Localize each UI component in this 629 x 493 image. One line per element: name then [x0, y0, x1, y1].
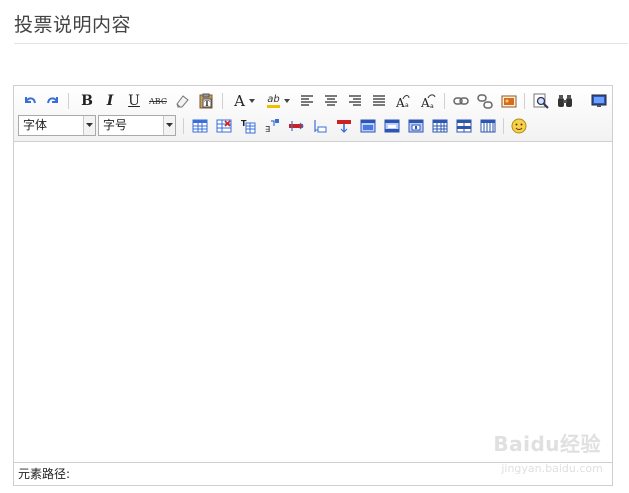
insert-image-icon[interactable]	[499, 91, 519, 111]
merge-cells-icon[interactable]	[382, 116, 402, 136]
italic-glyph: I	[106, 93, 114, 109]
page-title: 投票说明内容	[14, 14, 132, 36]
toolbar-separator	[222, 93, 223, 109]
underline-icon[interactable]: U	[124, 91, 144, 111]
font-color-icon[interactable]: A	[230, 91, 260, 111]
bold-glyph: B	[81, 93, 93, 109]
title-divider	[14, 43, 628, 44]
source-code-icon[interactable]	[589, 91, 609, 111]
insert-row-before-icon[interactable]: T	[238, 116, 258, 136]
superscript-icon[interactable]: Aa	[393, 91, 413, 111]
strikethrough-icon[interactable]: ABC	[148, 91, 168, 111]
align-left-icon[interactable]	[297, 91, 317, 111]
chevron-down-icon	[83, 116, 95, 135]
watermark-brand: Baidu经验	[493, 432, 601, 456]
svg-text:∃: ∃	[265, 125, 270, 134]
italic-icon[interactable]: I	[100, 91, 120, 111]
font-family-value: 字体	[23, 118, 48, 132]
font-size-select[interactable]: 字号	[98, 115, 176, 136]
svg-text:T: T	[204, 99, 210, 108]
preview-icon[interactable]	[531, 91, 551, 111]
insert-col-before-icon[interactable]	[310, 116, 330, 136]
element-path-label: 元素路径:	[18, 467, 71, 481]
strikethrough-glyph: ABC	[149, 96, 167, 106]
find-replace-icon[interactable]	[555, 91, 575, 111]
eraser-icon[interactable]	[172, 91, 192, 111]
emoticon-icon[interactable]	[509, 116, 529, 136]
align-center-icon[interactable]	[321, 91, 341, 111]
toolbar-separator	[524, 93, 525, 109]
editor-toolbar: B I U ABC T A ab A a A a 字体 字号 T ∃	[14, 86, 612, 142]
delete-row-icon[interactable]	[286, 116, 306, 136]
split-rows-icon[interactable]	[478, 116, 498, 136]
link-icon[interactable]	[451, 91, 471, 111]
font-color-glyph: A	[234, 92, 245, 110]
rich-text-editor: B I U ABC T A ab A a A a 字体 字号 T ∃ 元素路径:	[13, 85, 613, 486]
underline-glyph: U	[128, 93, 140, 109]
bold-icon[interactable]: B	[77, 91, 97, 111]
highlight-color-icon[interactable]: ab	[264, 91, 294, 111]
align-justify-icon[interactable]	[369, 91, 389, 111]
toolbar-row-2: 字体 字号 T ∃	[14, 114, 612, 138]
toolbar-separator	[68, 93, 69, 109]
subscript-icon[interactable]: Aa	[418, 91, 438, 111]
paste-text-icon[interactable]: T	[196, 91, 216, 111]
split-cells-icon[interactable]	[454, 116, 474, 136]
insert-col-after-icon[interactable]	[334, 116, 354, 136]
baidu-watermark: Baidu经验 jingyan.baidu.com	[493, 428, 603, 475]
font-size-value: 字号	[103, 118, 128, 132]
redo-icon[interactable]	[43, 91, 63, 111]
insert-table-icon[interactable]	[190, 116, 210, 136]
align-right-icon[interactable]	[345, 91, 365, 111]
merge-right-icon[interactable]	[406, 116, 426, 136]
svg-text:a: a	[430, 103, 434, 109]
toolbar-separator	[183, 118, 184, 134]
font-family-select[interactable]: 字体	[18, 115, 96, 136]
delete-col-icon[interactable]	[358, 116, 378, 136]
toolbar-separator	[503, 118, 504, 134]
delete-table-icon[interactable]	[214, 116, 234, 136]
toolbar-separator	[444, 93, 445, 109]
chevron-down-icon	[163, 116, 175, 135]
insert-row-after-icon[interactable]: ∃	[262, 116, 282, 136]
highlight-glyph: ab	[267, 94, 280, 108]
svg-text:a: a	[405, 102, 409, 109]
undo-icon[interactable]	[20, 91, 40, 111]
editor-content-area[interactable]	[14, 142, 612, 462]
toolbar-row-1: B I U ABC T A ab A a A a	[14, 89, 612, 113]
watermark-url: jingyan.baidu.com	[501, 462, 603, 475]
merge-down-icon[interactable]	[430, 116, 450, 136]
unlink-icon[interactable]	[475, 91, 495, 111]
